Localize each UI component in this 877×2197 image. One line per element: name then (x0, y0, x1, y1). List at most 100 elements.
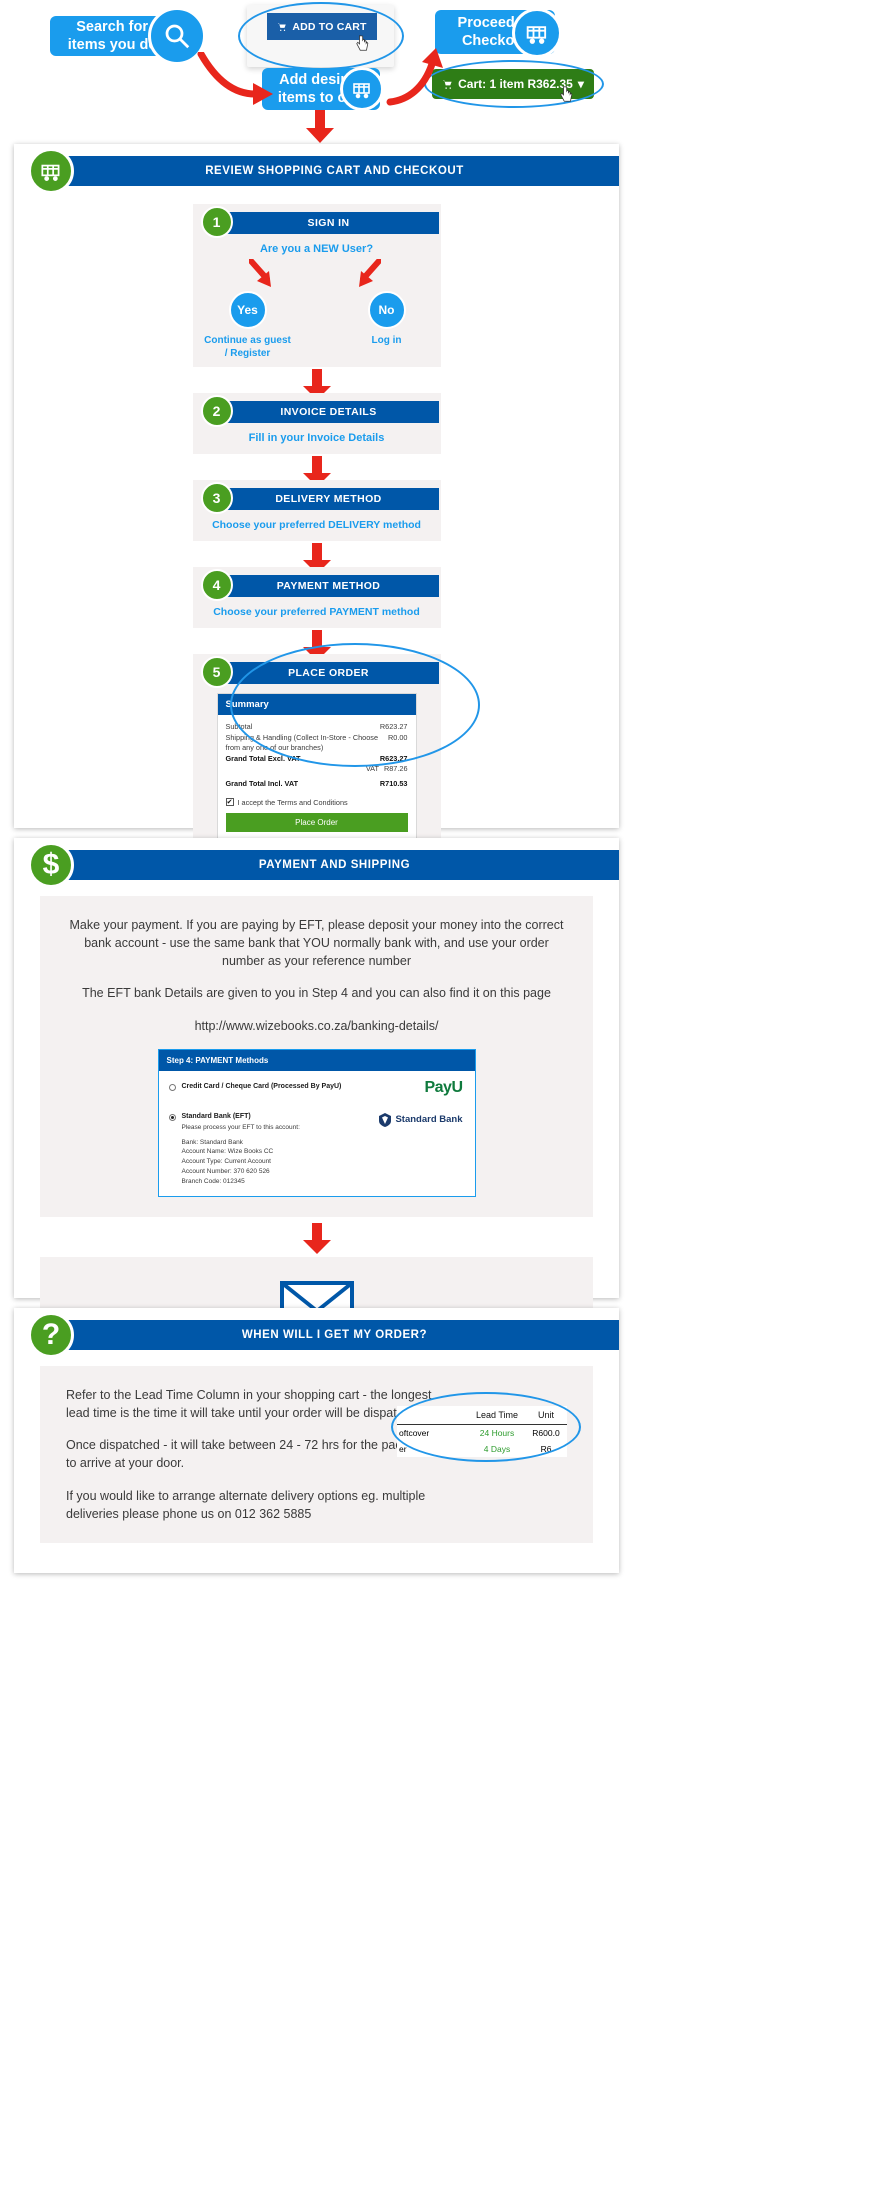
arrow-search-to-cart (197, 52, 273, 105)
payment-option-label: Standard Bank (EFT) (181, 1112, 251, 1120)
cursor-pointer-icon (560, 86, 573, 102)
cursor-pointer-icon (356, 35, 369, 51)
standard-bank-logo: Standard Bank (379, 1112, 463, 1127)
arrow-to-yes (248, 259, 271, 287)
connector-2-3 (193, 454, 441, 487)
panel-title-text: REVIEW SHOPPING CART AND CHECKOUT (205, 165, 464, 177)
lead-para-1: Refer to the Lead Time Column in your sh… (66, 1388, 432, 1421)
arrow-down-icon (302, 1223, 331, 1255)
summary-heading: Summary (217, 694, 416, 715)
no-label: No (378, 303, 395, 317)
step-invoice-details: 2 INVOICE DETAILS Fill in your Invoice D… (192, 393, 441, 454)
connector-payment-email (40, 1217, 593, 1257)
step-title: INVOICE DETAILS (218, 401, 439, 423)
step-title: PAYMENT METHOD (218, 575, 439, 597)
panel-title-text: WHEN WILL I GET MY ORDER? (241, 1329, 428, 1341)
lead-time-table: Lead Time Unit oftcover 24 Hours R600.0 … (397, 1406, 567, 1457)
standard-bank-logo-text: Standard Bank (395, 1114, 463, 1126)
bank-line: Account Name: Wize Books CC (181, 1148, 274, 1156)
panel-title-text: PAYMENT AND SHIPPING (258, 859, 411, 871)
payment-methods-screenshot: Step 4: PAYMENT Methods PayU Standard Ba… (157, 1048, 476, 1198)
step-subtitle: Are you a NEW User? (259, 243, 374, 255)
summary-vat-row: VAT R87.26 (226, 764, 408, 773)
payment-text-block: Make your payment. If you are paying by … (40, 896, 593, 1218)
bank-line: Account Number: 370 620 526 (181, 1167, 270, 1175)
yes-caption: Continue as guest / Register (204, 335, 291, 359)
cart-summary-label: Cart: 1 item R362.35 (458, 77, 573, 91)
summary-body: Subtotal R623.27 Shipping & Handling (Co… (218, 715, 416, 838)
summary-row-value: R710.53 (379, 779, 408, 789)
dollar-icon: $ (28, 842, 74, 888)
cell-product: er (399, 1444, 407, 1454)
summary-row-value: R623.27 (379, 722, 408, 731)
summary-row-value: R623.27 (379, 753, 408, 763)
panel-title: PAYMENT AND SHIPPING (50, 850, 619, 880)
cell-lead-time: 4 Days (483, 1444, 511, 1454)
order-summary-card: Summary Subtotal R623.27 Shipping & Hand… (216, 693, 417, 839)
cart-icon (340, 67, 384, 111)
place-order-button[interactable]: Place Order (225, 812, 408, 832)
step-subtitle: Choose your preferred PAYMENT method (213, 606, 420, 618)
summary-row: Subtotal R623.27 (226, 722, 408, 733)
connector-3-4 (193, 541, 441, 574)
chevron-down-icon: ▾ (577, 77, 584, 91)
payment-para-2: The EFT bank Details are given to you in… (82, 986, 551, 1001)
vat-value: R87.26 (383, 764, 408, 774)
cell-product: oftcover (399, 1428, 430, 1438)
sign-in-no-button[interactable]: No (367, 291, 406, 329)
lead-time-text-block: Refer to the Lead Time Column in your sh… (40, 1366, 593, 1543)
summary-row-total-incl: Grand Total Incl. VAT R710.53 (226, 779, 408, 790)
payment-methods-body: PayU Standard Bank Credit Card / Cheque … (159, 1071, 475, 1197)
vat-label: VAT (365, 764, 379, 774)
lead-para-2: Once dispatched - it will take between 2… (66, 1438, 429, 1471)
add-to-cart-label: ADD TO CART (292, 20, 367, 33)
step-delivery-method: 3 DELIVERY METHOD Choose your preferred … (192, 480, 441, 541)
cell-lead-time: 24 Hours (479, 1428, 515, 1438)
step-number: 2 (200, 395, 233, 427)
step-title: DELIVERY METHOD (218, 488, 439, 510)
connector-1-2 (193, 367, 441, 400)
cart-icon (512, 8, 562, 58)
payment-option-credit-card[interactable]: Credit Card / Cheque Card (Processed By … (168, 1083, 465, 1091)
radio-credit-card[interactable] (168, 1083, 176, 1091)
bank-line: Bank: Standard Bank (181, 1138, 243, 1146)
lead-para-3: If you would like to arrange alternate d… (66, 1488, 426, 1521)
terms-label: I accept the Terms and Conditions (237, 797, 348, 807)
step-subtitle: Fill in your Invoice Details (248, 432, 385, 444)
cart-icon (278, 22, 287, 31)
terms-checkbox[interactable]: ✔ (225, 798, 234, 807)
sign-in-yes-button[interactable]: Yes (228, 291, 267, 329)
bank-line: Branch Code: 012345 (181, 1177, 245, 1185)
banking-details-url[interactable]: http://www.wizebooks.co.za/banking-detai… (66, 1017, 567, 1035)
cell-unit-price: R600.0 (532, 1428, 560, 1438)
payment-methods-heading: Step 4: PAYMENT Methods (158, 1049, 475, 1071)
panel-title: WHEN WILL I GET MY ORDER? (50, 1320, 619, 1350)
infographic-page: Search for the items you desire ADD TO C… (0, 0, 877, 2197)
shield-icon (379, 1112, 392, 1127)
summary-row: Shipping & Handling (Collect In-Store - … (226, 733, 408, 754)
summary-row-label: Grand Total Incl. VAT (225, 779, 299, 789)
arrow-to-no (358, 259, 381, 287)
summary-row-label: Shipping & Handling (Collect In-Store - … (225, 732, 379, 753)
table-row: er 4 Days R6 (397, 1441, 567, 1457)
summary-row-value: R0.00 (388, 732, 408, 742)
panel-title: REVIEW SHOPPING CART AND CHECKOUT (50, 156, 619, 186)
question-mark-icon: ? (28, 1312, 74, 1358)
summary-row-label: Subtotal (225, 722, 253, 731)
terms-checkbox-row[interactable]: ✔ I accept the Terms and Conditions (225, 797, 408, 807)
step-payment-method: 4 PAYMENT METHOD Choose your preferred P… (192, 567, 441, 628)
arrow-cart-to-proceed (386, 48, 443, 106)
column-header-unit: Unit (537, 1410, 554, 1420)
column-header-blank (397, 1406, 469, 1424)
table-header-row: Lead Time Unit (397, 1406, 567, 1425)
yes-label: Yes (237, 303, 258, 317)
table-row: oftcover 24 Hours R600.0 (397, 1425, 567, 1441)
no-caption: Log in (371, 335, 402, 346)
step-title: SIGN IN (218, 212, 439, 234)
panel-payment-shipping: $ PAYMENT AND SHIPPING Make your payment… (14, 838, 619, 1499)
top-flow-diagram: Search for the items you desire ADD TO C… (0, 0, 877, 130)
radio-eft[interactable] (168, 1113, 176, 1121)
step-title: PLACE ORDER (218, 662, 439, 684)
step-number: 3 (200, 482, 233, 514)
step-number: 1 (200, 206, 233, 238)
